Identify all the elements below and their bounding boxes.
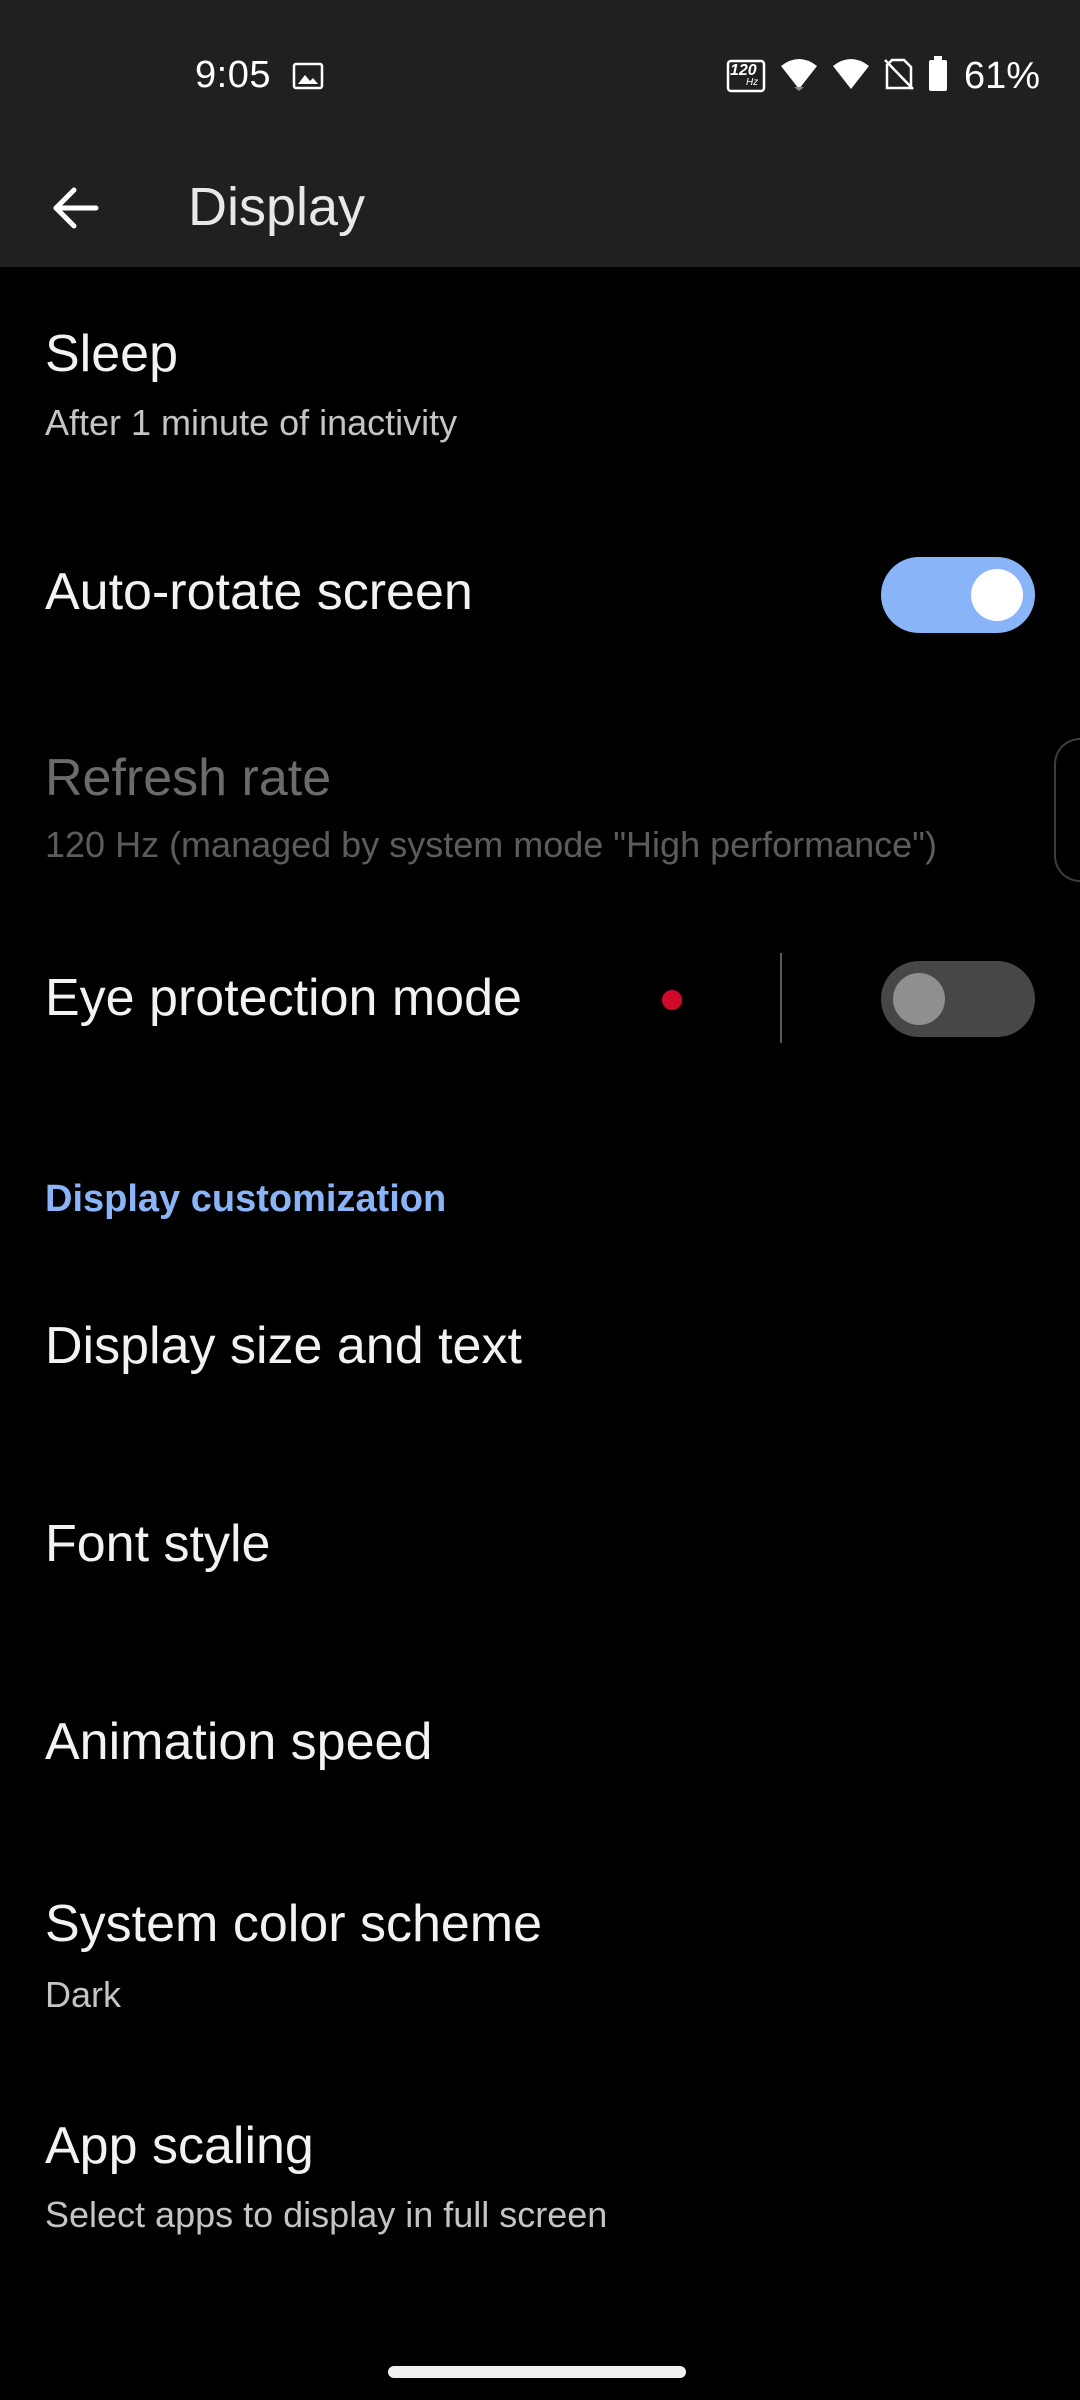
toggle-knob	[971, 569, 1023, 621]
status-time: 9:05	[195, 54, 271, 96]
edge-panel-handle[interactable]	[1054, 738, 1080, 882]
refresh-badge-unit: Hz	[745, 77, 759, 88]
wifi-icon	[780, 57, 818, 96]
setting-color-scheme-title: System color scheme	[45, 1895, 543, 1953]
page-title: Display	[188, 177, 366, 237]
setting-color-scheme[interactable]: System color scheme Dark	[0, 1860, 1080, 2060]
setting-app-scaling[interactable]: App scaling Select apps to display in fu…	[0, 2082, 1080, 2282]
setting-display-size-title: Display size and text	[45, 1317, 522, 1375]
setting-eye-protection-title: Eye protection mode	[45, 969, 522, 1027]
back-button[interactable]	[36, 170, 116, 250]
refresh-rate-icon: 120 Hz	[726, 59, 766, 93]
wifi-icon-secondary	[832, 57, 870, 96]
setting-auto-rotate-title: Auto-rotate screen	[45, 563, 473, 621]
setting-refresh-rate: Refresh rate 120 Hz (managed by system m…	[0, 720, 1080, 900]
gallery-icon	[292, 62, 324, 95]
setting-sleep[interactable]: Sleep After 1 minute of inactivity	[0, 290, 1080, 490]
home-indicator[interactable]	[388, 2366, 686, 2378]
status-bar: 9:05 120 Hz 61%	[0, 0, 1080, 150]
setting-animation-speed-title: Animation speed	[45, 1713, 433, 1771]
section-header-display-customization: Display customization	[45, 1178, 447, 1220]
setting-font-style[interactable]: Font style	[0, 1470, 1080, 1630]
vertical-divider	[780, 953, 782, 1043]
battery-icon	[928, 55, 948, 97]
setting-sleep-title: Sleep	[45, 325, 178, 383]
toggle-knob	[893, 973, 945, 1025]
battery-percentage: 61%	[963, 54, 1040, 97]
setting-refresh-rate-subtitle: 120 Hz (managed by system mode "High per…	[45, 824, 937, 865]
top-bar-area: 9:05 120 Hz 61% Display	[0, 0, 1080, 267]
setting-sleep-subtitle: After 1 minute of inactivity	[45, 402, 458, 443]
notification-dot	[662, 990, 682, 1010]
setting-app-scaling-title: App scaling	[45, 2117, 314, 2175]
app-bar: Display	[0, 150, 1080, 267]
setting-animation-speed[interactable]: Animation speed	[0, 1668, 1080, 1828]
status-icons: 120 Hz 61%	[726, 52, 1040, 100]
setting-app-scaling-subtitle: Select apps to display in full screen	[45, 2194, 608, 2235]
setting-font-style-title: Font style	[45, 1515, 271, 1573]
no-sim-icon	[884, 57, 914, 96]
setting-display-size[interactable]: Display size and text	[0, 1270, 1080, 1430]
setting-refresh-rate-title: Refresh rate	[45, 749, 332, 807]
auto-rotate-toggle[interactable]	[881, 557, 1035, 633]
arrow-back-icon	[52, 186, 100, 235]
setting-auto-rotate[interactable]: Auto-rotate screen	[0, 520, 1080, 670]
setting-color-scheme-subtitle: Dark	[45, 1974, 122, 2015]
eye-protection-toggle[interactable]	[881, 961, 1035, 1037]
